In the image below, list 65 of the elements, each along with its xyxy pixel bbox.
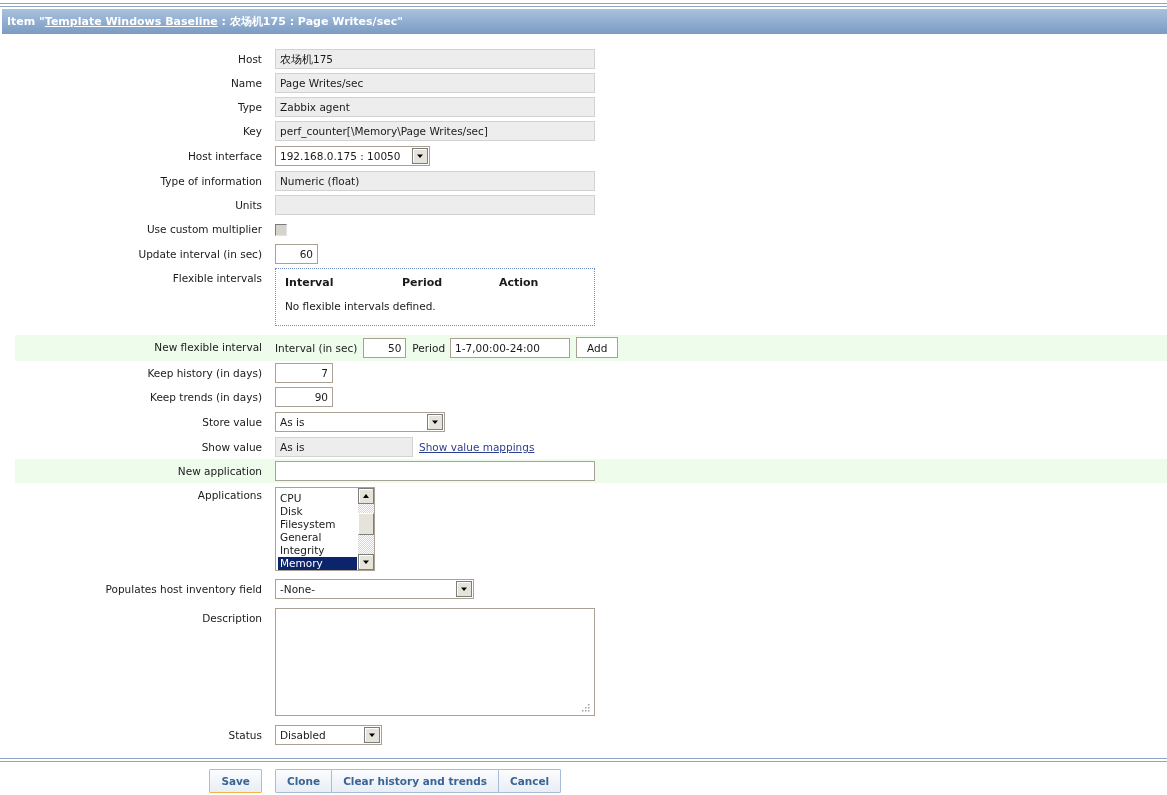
listbox-field[interactable]: CPU Disk Filesystem General Integrity Memory bbox=[275, 487, 375, 571]
field-label: Units bbox=[235, 199, 262, 211]
list-item[interactable]: General bbox=[278, 531, 357, 544]
field-label: New flexible interval bbox=[154, 341, 262, 353]
column-header: Interval bbox=[285, 276, 335, 289]
field-label: Keep history (in days) bbox=[147, 367, 262, 379]
readonly-field: perf_counter[\Memory\Page Writes/sec] bbox=[275, 121, 595, 141]
field-label: Applications bbox=[197, 489, 262, 501]
field-label: Use custom multiplier bbox=[146, 223, 262, 235]
interval-label: Interval (in sec) bbox=[275, 341, 358, 354]
column-header: Period bbox=[402, 276, 444, 289]
dropdown-arrow-icon bbox=[412, 148, 428, 164]
number-field[interactable]: 90 bbox=[275, 387, 333, 407]
action-button[interactable]: Cancel bbox=[498, 769, 562, 793]
resize-grip-icon[interactable] bbox=[582, 704, 590, 712]
action-button[interactable]: Save bbox=[209, 769, 262, 793]
number-field[interactable]: 7 bbox=[275, 363, 333, 383]
field-label: Host bbox=[238, 53, 262, 65]
readonly-field: Numeric (float) bbox=[275, 171, 595, 191]
field-label: Flexible intervals bbox=[172, 272, 262, 284]
number-field[interactable]: 60 bbox=[275, 244, 318, 264]
list-item[interactable]: Memory bbox=[278, 557, 357, 570]
field-label: Show value bbox=[201, 441, 262, 453]
field-label: Name bbox=[231, 77, 262, 89]
textarea-field[interactable] bbox=[275, 608, 595, 716]
scroll-thumb[interactable] bbox=[358, 513, 374, 535]
add-button[interactable]: Add bbox=[576, 337, 619, 358]
column-header: Action bbox=[499, 276, 539, 289]
field-label: Status bbox=[228, 729, 262, 741]
list-item[interactable]: Disk bbox=[278, 505, 357, 518]
dropdown-arrow-icon bbox=[456, 581, 472, 597]
dropdown-field[interactable]: Disabled bbox=[275, 725, 382, 745]
dropdown-field[interactable]: -None- bbox=[275, 579, 474, 599]
list-item[interactable]: CPU bbox=[278, 492, 357, 505]
list-item[interactable]: Filesystem bbox=[278, 518, 357, 531]
dropdown-field[interactable]: 192.168.0.175 : 10050 bbox=[275, 146, 430, 166]
field-label: New application bbox=[177, 465, 262, 477]
text-field[interactable] bbox=[275, 461, 595, 481]
field-label: Type bbox=[237, 101, 262, 113]
field-label: Update interval (in sec) bbox=[138, 248, 262, 260]
text-field[interactable]: 1-7,00:00-24:00 bbox=[450, 337, 571, 358]
field-label: Store value bbox=[202, 416, 262, 428]
readonly-field: 农场机175 bbox=[275, 49, 595, 69]
number-field[interactable]: 50 bbox=[363, 337, 407, 358]
action-button[interactable]: Clear history and trends bbox=[331, 769, 499, 793]
list-item[interactable]: Integrity bbox=[278, 544, 357, 557]
value-mappings-link[interactable]: Show value mappings bbox=[419, 441, 535, 453]
readonly-field: Page Writes/sec bbox=[275, 73, 595, 93]
dropdown-arrow-icon bbox=[364, 727, 380, 743]
scroll-up-arrow-icon[interactable] bbox=[358, 488, 374, 504]
dropdown-field[interactable]: As is bbox=[275, 412, 445, 432]
field-label: Host interface bbox=[187, 150, 262, 162]
field-label: Type of information bbox=[160, 175, 262, 187]
field-label: Populates host inventory field bbox=[105, 583, 262, 595]
empty-message: No flexible intervals defined. bbox=[285, 300, 436, 312]
field-label: Keep trends (in days) bbox=[150, 391, 262, 403]
page-title: Item "Template Windows Baseline : 农场机175 : Page Writes/sec" bbox=[7, 14, 403, 29]
dropdown-arrow-icon bbox=[427, 414, 443, 430]
field-label: Description bbox=[202, 612, 262, 624]
period-label: Period bbox=[412, 341, 446, 354]
readonly-field: As is bbox=[275, 437, 413, 457]
field-label: Key bbox=[242, 125, 262, 137]
action-button[interactable]: Clone bbox=[275, 769, 333, 793]
scroll-down-arrow-icon[interactable] bbox=[358, 554, 374, 570]
readonly-field: Zabbix agent bbox=[275, 97, 595, 117]
